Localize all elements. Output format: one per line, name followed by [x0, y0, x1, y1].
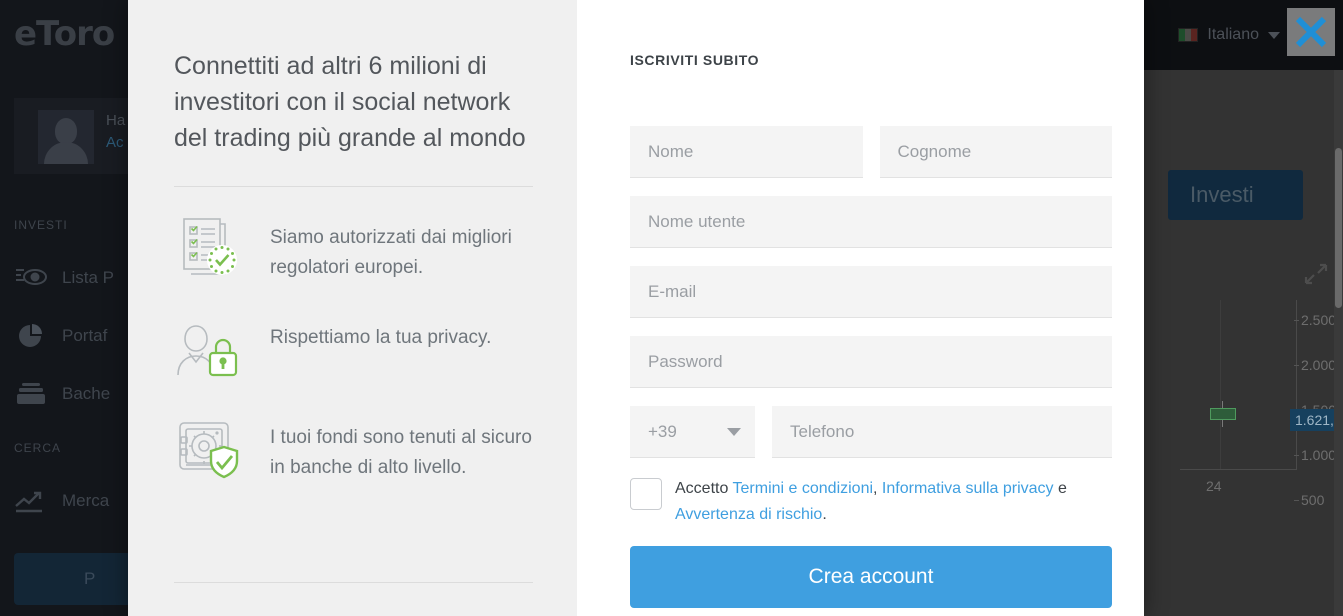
sidebar-item-label: Merca: [62, 491, 110, 510]
user-text: Ha Ac: [106, 112, 125, 151]
feed-icon: [14, 381, 48, 407]
y-axis-tick: 2.500: [1293, 312, 1337, 328]
feature-item: Rispettiamo la tua privacy.: [174, 313, 533, 385]
language-selector[interactable]: Italiano: [1178, 18, 1280, 52]
sidebar-item-portafoglio[interactable]: Portaf: [14, 314, 107, 358]
name-row: Nome Cognome: [630, 126, 1112, 178]
terms-prefix: Accetto: [675, 480, 733, 497]
close-icon: [1293, 14, 1329, 50]
promo-title: Connettiti ad altri 6 milioni di investi…: [174, 52, 526, 152]
feature-text: I tuoi fondi sono tenuti al sicuro in ba…: [270, 427, 532, 478]
pie-chart-icon: [14, 323, 48, 349]
promo-bottom-divider: [174, 582, 533, 583]
privacy-person-lock-icon: [174, 313, 246, 385]
expand-chart-icon[interactable]: [1303, 262, 1329, 286]
sidebar-item-bacheca[interactable]: Bache: [14, 372, 110, 416]
signup-modal: Connettiti ad altri 6 milioni di investi…: [128, 0, 1144, 616]
current-price-badge: 1.621,: [1290, 409, 1339, 431]
password-input[interactable]: Password: [630, 336, 1112, 388]
signup-form: Nome Cognome Nome utente E-mail Password…: [630, 126, 1112, 608]
sidebar-item-label: Portaf: [62, 326, 108, 345]
chevron-down-icon: [1268, 31, 1280, 39]
x-axis-tick: 24: [1206, 478, 1222, 494]
risk-warning-link[interactable]: Avvertenza di rischio: [675, 506, 822, 523]
email-row: E-mail: [630, 266, 1112, 318]
email-input[interactable]: E-mail: [630, 266, 1112, 318]
invest-button[interactable]: Investi: [1168, 170, 1303, 220]
close-modal-button[interactable]: [1287, 8, 1335, 56]
terms-sep1: ,: [873, 480, 882, 497]
terms-row: Accetto Termini e condizioni, Informativ…: [630, 476, 1112, 528]
feature-list: Siamo autorizzati dai migliori regolator…: [174, 213, 533, 485]
password-row: Password: [630, 336, 1112, 388]
screen: eToro Ha Ac INVESTI Lista P Portaf Bache…: [0, 0, 1343, 616]
nav-section-cerca: CERCA: [14, 441, 62, 455]
language-label: Italiano: [1207, 26, 1259, 43]
feature-text: Rispettiamo la tua privacy.: [270, 327, 492, 348]
scrollbar-track[interactable]: [1334, 70, 1343, 616]
terms-text: Accetto Termini e condizioni, Informativ…: [675, 476, 1107, 528]
app-sidebar: eToro Ha Ac INVESTI Lista P Portaf Bache…: [0, 0, 214, 616]
feature-text: Siamo autorizzati dai migliori regolator…: [270, 227, 512, 278]
country-code-value: +39: [648, 421, 677, 441]
create-account-button[interactable]: Crea account: [630, 546, 1112, 608]
feature-item: I tuoi fondi sono tenuti al sicuro in ba…: [174, 413, 533, 485]
username-row: Nome utente: [630, 196, 1112, 248]
y-axis-tick: 1.000: [1293, 447, 1337, 463]
avatar: [38, 110, 94, 164]
user-greeting: Ha: [106, 112, 126, 129]
terms-link[interactable]: Termini e condizioni: [733, 480, 874, 497]
last-name-input[interactable]: Cognome: [879, 126, 1112, 178]
sidebar-item-label: Bache: [62, 384, 111, 403]
form-heading: ISCRIVITI SUBITO: [630, 52, 760, 68]
modal-promo-panel: Connettiti ad altri 6 milioni di investi…: [128, 0, 577, 616]
country-code-select[interactable]: +39: [630, 406, 755, 458]
y-axis-tick: 2.000: [1293, 357, 1337, 373]
candlestick-up: [1210, 401, 1236, 427]
watchlist-eye-icon: [14, 265, 48, 291]
accept-terms-checkbox[interactable]: [630, 478, 662, 510]
privacy-link[interactable]: Informativa sulla privacy: [882, 480, 1054, 497]
username-input[interactable]: Nome utente: [630, 196, 1112, 248]
phone-input[interactable]: Telefono: [772, 406, 1112, 458]
terms-suffix: .: [822, 506, 827, 523]
sidebar-item-lista[interactable]: Lista P: [14, 256, 114, 300]
price-chart[interactable]: 2.500 2.000 1.500 1.000 500 24: [1180, 300, 1343, 590]
phone-row: +39 Telefono: [630, 406, 1112, 458]
italy-flag-icon: [1178, 28, 1199, 42]
promo-divider: [174, 186, 533, 187]
chart-plot-area: [1180, 300, 1297, 470]
sidebar-item-mercati[interactable]: Merca: [14, 479, 109, 523]
regulation-checklist-icon: [174, 213, 246, 285]
chevron-down-icon: [727, 427, 741, 436]
first-name-input[interactable]: Nome: [630, 126, 863, 178]
modal-form-panel: ISCRIVITI SUBITO Nome Cognome Nome utent…: [577, 0, 1144, 616]
user-login-link[interactable]: Ac: [106, 134, 125, 151]
etoro-logo: eToro: [14, 14, 115, 54]
trending-up-icon: [14, 488, 48, 514]
y-axis-tick: 500: [1293, 492, 1325, 508]
feature-item: Siamo autorizzati dai migliori regolator…: [174, 213, 533, 285]
nav-section-investi: INVESTI: [14, 218, 68, 232]
sidebar-item-label: Lista P: [62, 268, 114, 287]
scrollbar-thumb[interactable]: [1335, 148, 1342, 308]
safe-vault-shield-icon: [174, 413, 246, 485]
terms-sep2: e: [1053, 480, 1067, 497]
